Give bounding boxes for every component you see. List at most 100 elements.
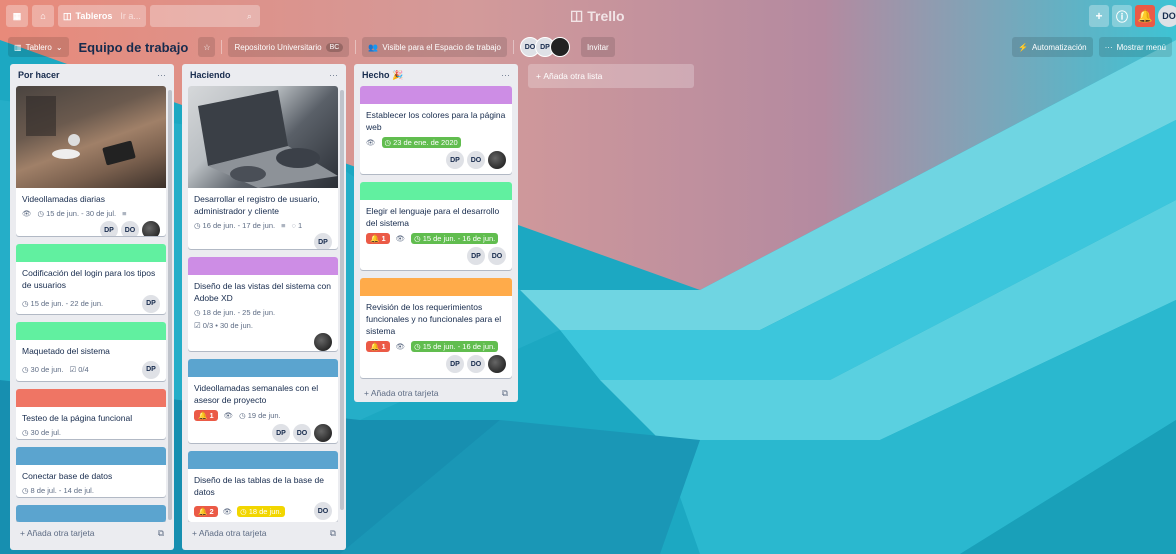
list-scrollbar[interactable]: [340, 90, 344, 510]
list-scrollbar[interactable]: [168, 90, 172, 520]
watch-icon: 👁: [395, 342, 406, 351]
member-avatar[interactable]: DP: [100, 221, 118, 236]
board-title[interactable]: Equipo de trabajo: [75, 40, 193, 55]
member-avatar-photo[interactable]: [142, 221, 160, 236]
card-title: Maquetado del sistema: [22, 345, 110, 356]
due-date-badge[interactable]: ◷ 23 de ene. de 2020: [381, 137, 461, 148]
list-title[interactable]: Por hacer: [18, 70, 60, 80]
info-icon[interactable]: ⓘ: [1112, 5, 1132, 27]
card[interactable]: Elegir el lenguaje para el desarrollo de…: [360, 182, 512, 270]
visibility-label: Visible para el Espacio de trabajo: [382, 42, 501, 52]
member-avatar[interactable]: DO: [121, 221, 139, 236]
member-avatar[interactable]: DO: [488, 247, 506, 265]
add-list-label: Añada otra lista: [543, 71, 603, 81]
card[interactable]: Codificación del login para los tipos de…: [16, 243, 166, 314]
list-header[interactable]: Por hacer ···: [16, 64, 168, 86]
due-date-badge[interactable]: ◷ 18 de jun. - 25 de jun.: [194, 308, 275, 317]
card[interactable]: Diseño de las vistas del sistema con Ado…: [188, 256, 338, 352]
search-input[interactable]: Ir a...: [120, 11, 141, 21]
card[interactable]: Conectar base de datos ◷ 8 de jul. - 14 d…: [16, 446, 166, 497]
home-icon[interactable]: ⌂: [32, 5, 54, 27]
list-header[interactable]: Hecho 🎉 ···: [360, 64, 512, 86]
member-avatar[interactable]: DP: [446, 355, 464, 373]
search-field[interactable]: ⌕: [149, 5, 260, 27]
card[interactable]: Videollamadas diarias 👁 ◷ 15 de jun. - 30 …: [16, 86, 166, 236]
member-avatar-photo[interactable]: [549, 37, 570, 57]
member-avatar[interactable]: DP: [314, 233, 332, 249]
show-menu-button[interactable]: ··· Mostrar menú: [1098, 37, 1172, 57]
add-card-label: Añada otra tarjeta: [26, 528, 95, 538]
automation-button[interactable]: ⚡ Automatización: [1011, 37, 1093, 57]
card[interactable]: Desarrollar el registro de usuario, admi…: [188, 86, 338, 249]
member-avatar[interactable]: DP: [142, 360, 160, 379]
due-date-badge[interactable]: ◷ 8 de jul. - 14 de jul.: [22, 486, 94, 495]
card-title: Elegir el lenguaje para el desarrollo de…: [366, 206, 500, 228]
member-avatar[interactable]: DP: [272, 424, 290, 443]
member-avatar-photo[interactable]: [488, 355, 506, 373]
create-button[interactable]: +: [1089, 5, 1109, 27]
member-avatar[interactable]: DP: [142, 294, 160, 313]
member-avatar[interactable]: DP: [467, 247, 485, 265]
due-date-badge[interactable]: ◷ 15 de jun. - 30 de jul.: [38, 209, 117, 218]
card-cover-image: [16, 86, 166, 188]
list-title[interactable]: Hecho: [362, 70, 390, 80]
member-avatar[interactable]: DO: [293, 424, 311, 443]
apps-icon[interactable]: ▦: [6, 5, 28, 27]
list-title[interactable]: Haciendo: [190, 70, 231, 80]
user-avatar[interactable]: DO: [1158, 5, 1176, 27]
template-icon[interactable]: ⧉: [158, 528, 164, 539]
checklist-text: 0/3 • 30 de jun.: [202, 320, 253, 330]
due-date-badge[interactable]: ◷ 30 de jun.: [22, 365, 64, 374]
card-cover: [188, 451, 338, 470]
due-date-text: 15 de jun. - 22 de jun.: [30, 299, 104, 309]
due-date-badge[interactable]: ◷ 15 de jun. - 16 de jun.: [411, 233, 499, 244]
people-icon: 👥: [368, 42, 379, 52]
add-card-label: Añada otra tarjeta: [370, 388, 439, 398]
template-icon[interactable]: ⧉: [330, 528, 336, 539]
card[interactable]: Diseño de las tablas de la base de datos…: [188, 451, 338, 522]
template-icon[interactable]: ⧉: [502, 388, 508, 399]
card[interactable]: Establecer los colores para la página we…: [360, 86, 512, 174]
card-title: Diseño de las tablas de la base de datos: [194, 475, 324, 498]
add-list-button[interactable]: + Añada otra lista: [528, 64, 694, 88]
card[interactable]: Maquetado del sistema ◷ 30 de jun. ☑ 0/4 DP: [16, 321, 166, 381]
trello-logo[interactable]: ◫ Trello: [570, 7, 625, 24]
due-date-badge[interactable]: ◷ 15 de jun. - 22 de jun.: [22, 299, 103, 308]
due-date-text: 19 de jun.: [247, 411, 281, 421]
star-icon[interactable]: ☆: [198, 37, 216, 57]
card[interactable]: Videollamadas semanales con el asesor de…: [188, 359, 338, 444]
board-view-button[interactable]: ▥ Tablero ⌄: [8, 37, 69, 57]
member-avatar-photo[interactable]: [488, 151, 506, 169]
card[interactable]: Testeo de la página funcional ◷ 30 de jul…: [16, 388, 166, 439]
due-date-badge[interactable]: ◷ 18 de jun.: [237, 505, 285, 517]
due-date-badge[interactable]: ◷ 19 de jun.: [239, 411, 281, 420]
card[interactable]: [16, 504, 166, 522]
team-button[interactable]: Repositorio Universitario BC: [228, 37, 350, 57]
invite-button[interactable]: Invitar: [580, 37, 615, 57]
notifications-icon[interactable]: 🔔: [1135, 5, 1155, 27]
due-date-text: 30 de jul.: [30, 427, 61, 437]
team-badge: BC: [325, 42, 344, 52]
add-card-button[interactable]: + Añada otra tarjeta ⧉: [360, 382, 512, 402]
member-avatar-photo[interactable]: [314, 332, 332, 351]
card[interactable]: Revisión de los requerimientos funcional…: [360, 278, 512, 378]
due-date-badge[interactable]: ◷ 30 de jul.: [22, 428, 61, 437]
divider: [221, 40, 223, 54]
visibility-button[interactable]: 👥 Visible para el Espacio de trabajo: [362, 37, 507, 57]
member-avatar-photo[interactable]: [314, 424, 332, 443]
add-card-button[interactable]: + Añada otra tarjeta ⧉: [188, 522, 340, 544]
list-menu-icon[interactable]: ···: [501, 70, 510, 80]
boards-button[interactable]: ◫ Tableros Ir a...: [58, 5, 146, 27]
board-members: DO DP: [519, 37, 570, 57]
add-card-button[interactable]: + Añada otra tarjeta ⧉: [16, 522, 168, 544]
due-date-badge[interactable]: ◷ 15 de jun. - 16 de jun.: [411, 341, 499, 352]
card-cover: [16, 243, 166, 262]
member-avatar[interactable]: DO: [467, 151, 485, 169]
member-avatar[interactable]: DO: [314, 502, 332, 521]
list-menu-icon[interactable]: ···: [329, 70, 338, 80]
list-header[interactable]: Haciendo ···: [188, 64, 340, 86]
member-avatar[interactable]: DO: [467, 355, 485, 373]
list-menu-icon[interactable]: ···: [157, 70, 166, 80]
due-date-badge[interactable]: ◷ 16 de jun. - 17 de jun.: [194, 221, 275, 230]
member-avatar[interactable]: DP: [446, 151, 464, 169]
